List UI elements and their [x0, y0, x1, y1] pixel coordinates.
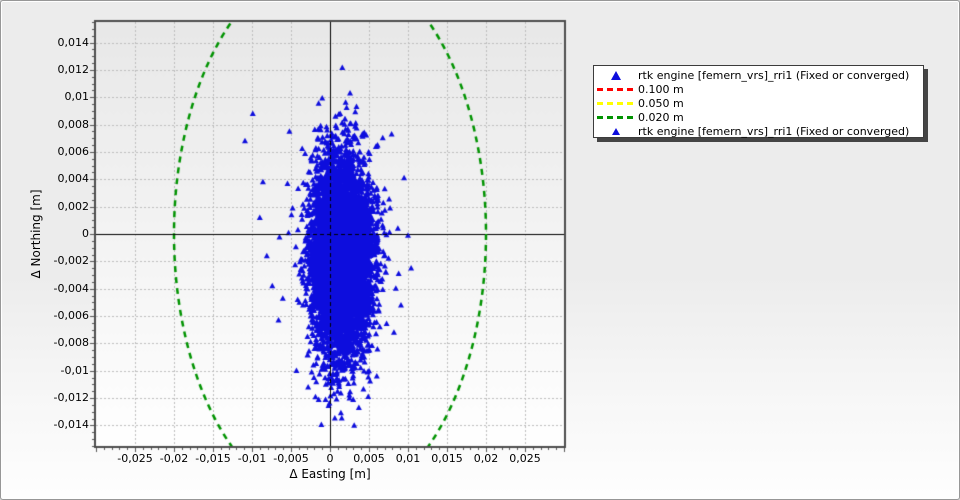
- legend-item-label: 0.100 m: [638, 82, 684, 96]
- y-tick-label: 0,008: [57, 117, 90, 131]
- dash-glyph: [597, 87, 635, 91]
- triangle-glyph: [612, 127, 620, 135]
- y-tick-label: 0,01: [64, 90, 90, 104]
- legend-item-label: 0.050 m: [638, 96, 684, 110]
- triangle-glyph: [611, 70, 621, 80]
- y-tick-label: -0,014: [53, 418, 89, 432]
- legend-item-label: rtk engine [femern_vrs]_rri1 (Fixed or c…: [638, 124, 910, 138]
- legend-item-1[interactable]: 0.100 m: [594, 82, 923, 96]
- x-axis-title: Δ Easting [m]: [289, 467, 371, 481]
- legend-item-2[interactable]: 0.050 m: [594, 96, 923, 110]
- dash-glyph: [597, 115, 635, 119]
- legend-item-4[interactable]: rtk engine [femern_vrs]_rri1 (Fixed or c…: [594, 124, 923, 138]
- y-tick-label: -0,004: [53, 281, 89, 295]
- legend-item-label: rtk engine [femern_vrs]_rri1 (Fixed or c…: [638, 68, 910, 82]
- legend-item-label: 0.020 m: [638, 110, 684, 124]
- triangle-marker-icon: [594, 70, 638, 80]
- y-tick-label: 0,004: [57, 172, 90, 186]
- x-tick-label: 0,025: [509, 452, 541, 465]
- legend-item-3[interactable]: 0.020 m: [594, 110, 923, 124]
- dashed-line-icon: [594, 115, 638, 119]
- dash-glyph: [597, 101, 635, 105]
- y-tick-label: -0,012: [53, 391, 89, 405]
- y-tick-label: 0,006: [57, 144, 90, 158]
- y-tick-label: 0,012: [57, 62, 90, 76]
- y-tick-label: -0,006: [53, 309, 89, 323]
- y-axis-title: Δ Northing [m]: [29, 189, 43, 279]
- chart-window: 0,014 0,012 0,01 0,008 0,006 0,004 0,002 0 -0,00…: [0, 0, 960, 500]
- y-tick-label: -0,01: [60, 363, 89, 377]
- dashed-line-icon: [594, 87, 638, 91]
- triangle-marker-icon: [594, 127, 638, 135]
- legend-box: rtk engine [femern_vrs]_rri1 (Fixed or c…: [593, 65, 924, 138]
- y-tick-label: 0,014: [57, 35, 90, 49]
- y-tick-label: -0,008: [53, 336, 89, 350]
- dashed-line-icon: [594, 101, 638, 105]
- legend-item-0[interactable]: rtk engine [femern_vrs]_rri1 (Fixed or c…: [594, 68, 923, 82]
